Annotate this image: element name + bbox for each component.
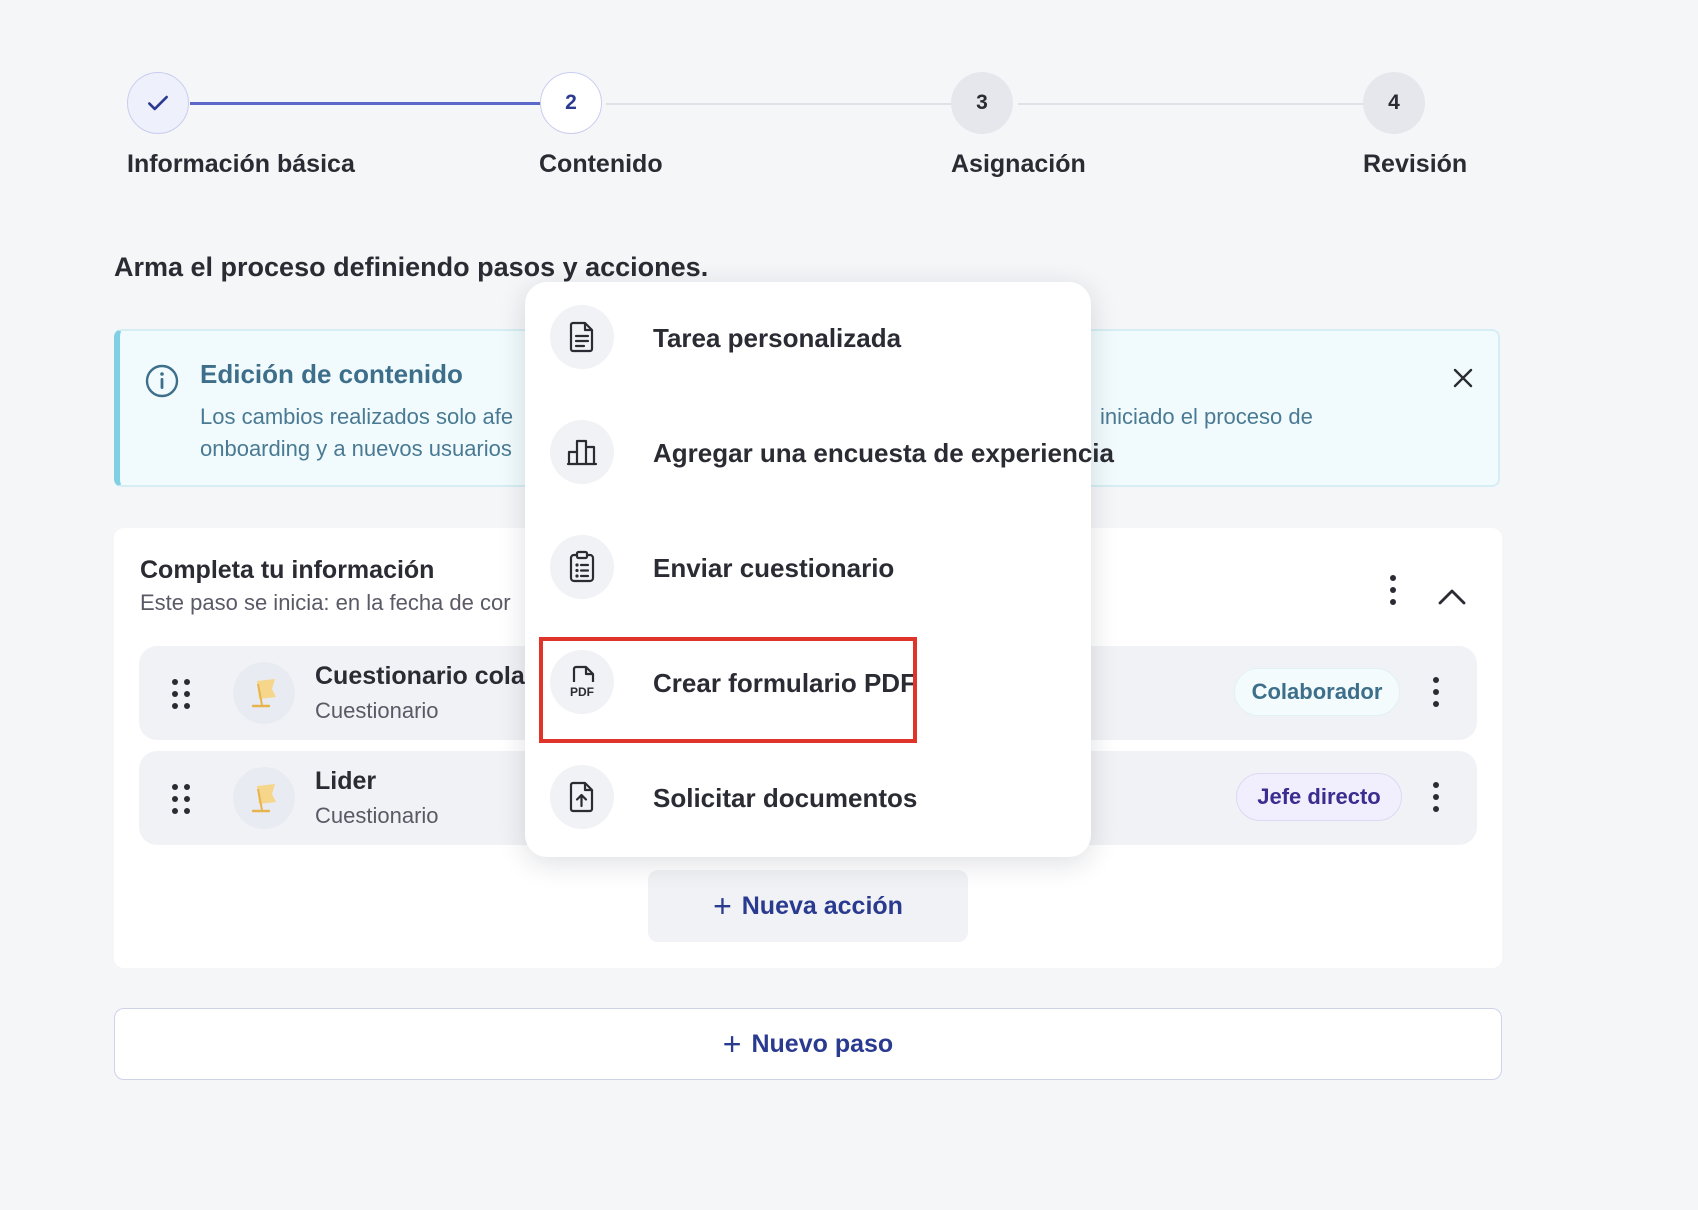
bar-chart-icon (550, 420, 614, 484)
menu-item-label: Tarea personalizada (653, 323, 902, 353)
step-4-label: Revisión (1363, 150, 1468, 178)
menu-item-solicitar-documentos[interactable]: Solicitar documentos (550, 757, 1070, 837)
clipboard-list-icon (550, 535, 614, 599)
banner-text-continued: iniciado el proceso de (1100, 404, 1313, 429)
step-3-label: Asignación (951, 150, 1086, 178)
chevron-up-icon[interactable] (1434, 584, 1470, 608)
banner-title: Edición de contenido (200, 359, 463, 389)
drag-handle-icon[interactable] (169, 676, 193, 712)
plus-icon: + (722, 1026, 742, 1062)
menu-item-crear-formulario-pdf[interactable]: PDF Crear formulario PDF (550, 642, 1070, 722)
step-subtitle: Este paso se inicia: en la fecha de cor (140, 590, 511, 615)
row-more-icon[interactable] (1421, 674, 1451, 710)
new-action-label: Nueva acción (741, 891, 903, 920)
assignee-badge: Colaborador (1234, 668, 1400, 716)
drag-handle-icon[interactable] (169, 781, 193, 817)
action-title: Cuestionario colab (315, 662, 541, 690)
new-step-label: Nuevo paso (751, 1029, 894, 1058)
action-title: Lider (315, 767, 377, 795)
pdf-file-icon: PDF (550, 650, 614, 714)
step-1-check-icon[interactable] (127, 72, 189, 134)
menu-item-label: Crear formulario PDF (653, 668, 916, 698)
menu-item-tarea-personalizada[interactable]: Tarea personalizada (550, 297, 1070, 377)
menu-item-label: Enviar cuestionario (653, 553, 895, 583)
row-more-icon[interactable] (1421, 779, 1451, 815)
menu-item-enviar-cuestionario[interactable]: Enviar cuestionario (550, 527, 1070, 607)
new-action-menu: Tarea personalizada Agregar una encuesta… (525, 282, 1114, 857)
file-upload-icon (550, 765, 614, 829)
step-1-label: Información básica (127, 150, 355, 178)
close-icon[interactable] (1448, 363, 1478, 393)
document-icon (550, 305, 614, 369)
info-icon (145, 364, 179, 398)
flag-icon (233, 662, 295, 724)
step-3-number[interactable]: 3 (951, 72, 1013, 134)
step-4-number[interactable]: 4 (1363, 72, 1425, 134)
pdf-icon-text: PDF (570, 685, 594, 699)
menu-item-encuesta[interactable]: Agregar una encuesta de experiencia (550, 412, 1114, 492)
stepper: 2 3 4 Información básica Contenido Asign… (0, 0, 1698, 200)
stepper-line (1018, 103, 1364, 105)
step-2-number[interactable]: 2 (540, 72, 602, 134)
stepper-line-complete (190, 102, 546, 105)
new-step-button[interactable]: + Nuevo paso (114, 1008, 1502, 1080)
menu-item-label: Solicitar documentos (653, 783, 918, 813)
step-title: Completa tu información (140, 556, 435, 584)
plus-icon: + (713, 888, 732, 924)
action-type: Cuestionario (315, 803, 439, 828)
stepper-line (606, 103, 962, 105)
flag-icon (233, 767, 295, 829)
new-action-button[interactable]: + Nueva acción (648, 870, 968, 942)
step-2-label: Contenido (539, 150, 663, 178)
action-type: Cuestionario (315, 698, 439, 723)
step-more-icon[interactable] (1378, 572, 1408, 608)
assignee-badge: Jefe directo (1236, 773, 1402, 821)
menu-item-label: Agregar una encuesta de experiencia (653, 438, 1114, 468)
page-subtitle: Arma el proceso definiendo pasos y accio… (114, 252, 709, 282)
